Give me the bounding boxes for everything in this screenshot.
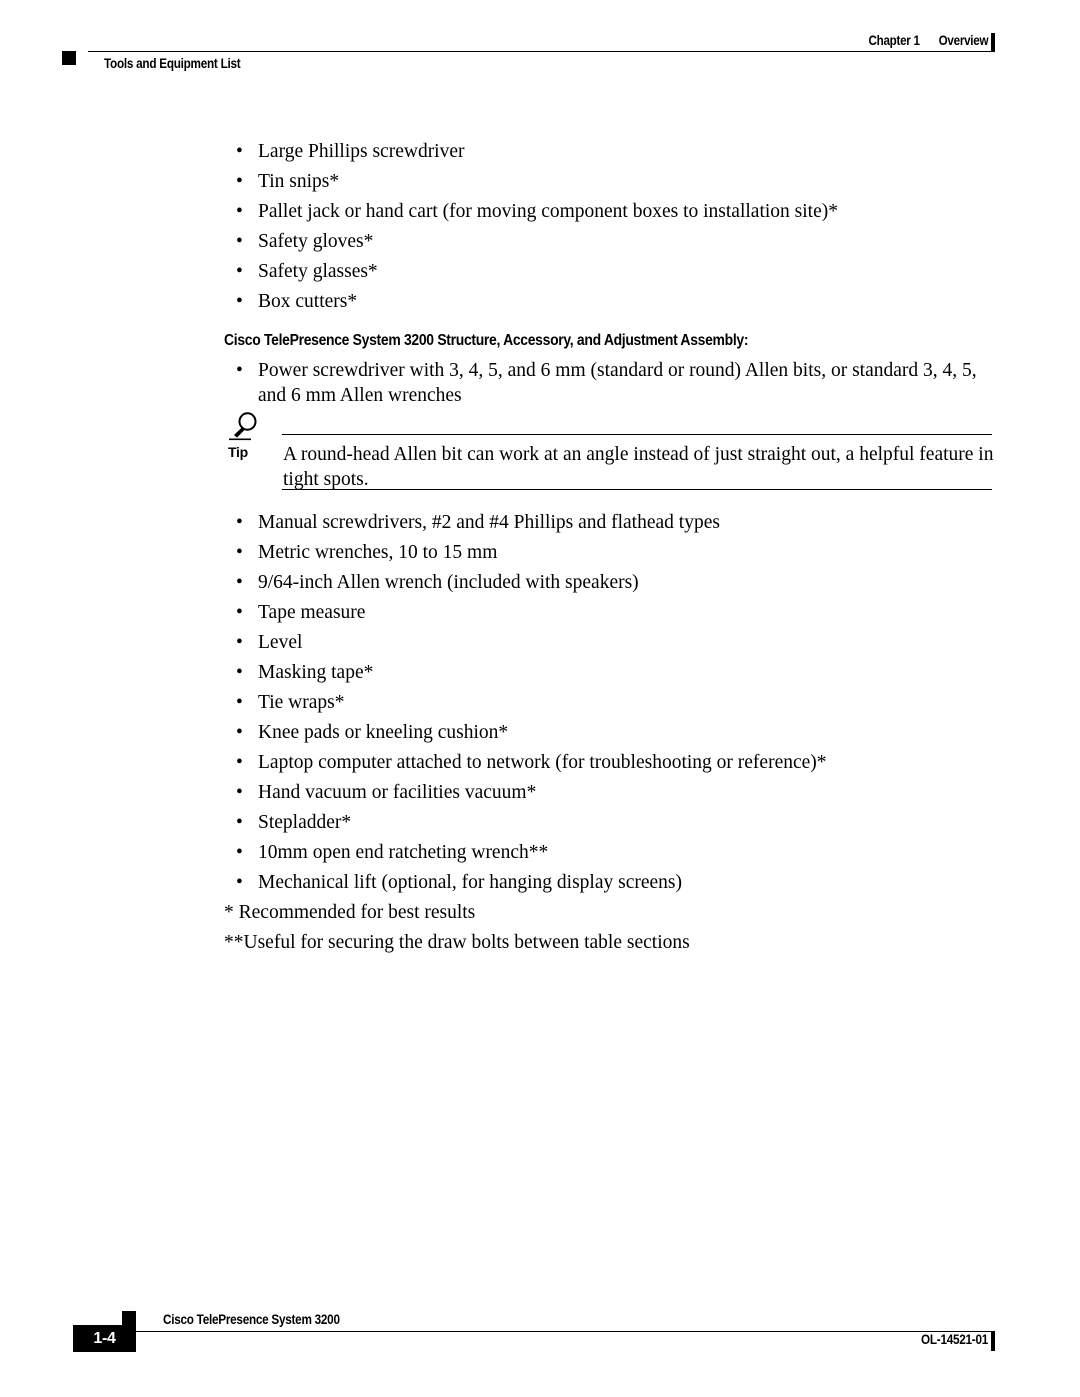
list-item: • Tie wraps*: [236, 690, 996, 715]
bullet-marker: •: [236, 360, 243, 381]
tip-rule-top: [282, 434, 992, 435]
bullet-marker: •: [236, 812, 243, 833]
list-item: • Hand vacuum or facilities vacuum*: [236, 780, 996, 805]
bullet-marker: •: [236, 632, 243, 653]
list-item-label: Knee pads or kneeling cushion*: [258, 722, 509, 743]
bullet-marker: •: [236, 512, 243, 533]
footer-page-number: 1-4: [93, 1330, 116, 1347]
header-rule: [88, 51, 994, 52]
list-item: • Safety gloves*: [236, 229, 996, 254]
tip-text: A round-head Allen bit can work at an an…: [283, 444, 994, 490]
list-item: • Tape measure: [236, 600, 996, 625]
list-item: • Masking tape*: [236, 660, 996, 685]
list-item-label: Level: [258, 632, 303, 653]
header-chapter-label: Chapter 1: [868, 33, 920, 48]
list-item: • Mechanical lift (optional, for hanging…: [236, 870, 996, 895]
list-item-label: Tape measure: [258, 602, 366, 623]
list-item: • 10mm open end ratcheting wrench**: [236, 840, 996, 865]
list-item-label: Tin snips*: [258, 171, 340, 192]
list-item-label: Safety glasses*: [258, 261, 378, 282]
tip-label: Tip: [228, 444, 248, 460]
footer-document-number: OL-14521-01: [921, 1332, 988, 1347]
header-section-title: Tools and Equipment List: [104, 56, 241, 71]
bullet-marker: •: [236, 291, 243, 312]
bullet-marker: •: [236, 141, 243, 162]
list-item-label: 9/64-inch Allen wrench (included with sp…: [258, 572, 639, 593]
bullet-marker: •: [236, 662, 243, 683]
footer-rule: [136, 1331, 994, 1332]
bullet-marker: •: [236, 752, 243, 773]
list-item-label: Tie wraps*: [258, 692, 345, 713]
header-chapter-breadcrumb: Chapter 1 Overview: [868, 33, 988, 48]
header-chapter-title: Overview: [938, 33, 988, 48]
list-item-label: Mechanical lift (optional, for hanging d…: [258, 872, 682, 893]
list-item-label: Laptop computer attached to network (for…: [258, 752, 827, 773]
list-item-label: Large Phillips screwdriver: [258, 141, 465, 162]
list-item: • Tin snips*: [236, 169, 996, 194]
bullet-marker: •: [236, 602, 243, 623]
list-item: • Box cutters*: [236, 289, 996, 314]
list-item: • Large Phillips screwdriver: [236, 139, 996, 164]
list-item: • Manual screwdrivers, #2 and #4 Phillip…: [236, 510, 996, 535]
bullet-marker: •: [236, 692, 243, 713]
section-heading: Cisco TelePresence System 3200 Structure…: [224, 332, 749, 349]
bullet-marker: •: [236, 782, 243, 803]
list-item-label: Manual screwdrivers, #2 and #4 Phillips …: [258, 512, 720, 533]
tip-lightbulb-icon: [228, 412, 262, 442]
bullet-marker: •: [236, 231, 243, 252]
list-item-label: Stepladder*: [258, 812, 352, 833]
footer-rule-endcap: [991, 1331, 995, 1351]
list-item: • 9/64-inch Allen wrench (included with …: [236, 570, 996, 595]
list-item: • Laptop computer attached to network (f…: [236, 750, 996, 775]
list-item-label: Power screwdriver with 3, 4, 5, and 6 mm…: [258, 360, 977, 406]
bullet-marker: •: [236, 261, 243, 282]
black-square-icon: [122, 1311, 136, 1325]
tip-rule-bottom: [282, 489, 992, 490]
footnote: **Useful for securing the draw bolts bet…: [224, 932, 690, 953]
bullet-marker: •: [236, 542, 243, 563]
list-item-label: Hand vacuum or facilities vacuum*: [258, 782, 537, 803]
header-rule-endcap: [991, 33, 995, 52]
bullet-marker: •: [236, 171, 243, 192]
list-item: • Pallet jack or hand cart (for moving c…: [236, 199, 996, 224]
list-item: • Level: [236, 630, 996, 655]
page-header: Chapter 1 Overview Tools and Equipment Li…: [0, 0, 1080, 90]
list-item-label: Metric wrenches, 10 to 15 mm: [258, 542, 498, 563]
list-item-label: Masking tape*: [258, 662, 374, 683]
list-item-label: Pallet jack or hand cart (for moving com…: [258, 201, 838, 222]
black-square-icon: [62, 51, 76, 65]
list-item: • Safety glasses*: [236, 259, 996, 284]
bullet-marker: •: [236, 722, 243, 743]
bullet-marker: •: [236, 201, 243, 222]
list-item: • Metric wrenches, 10 to 15 mm: [236, 540, 996, 565]
bullet-marker: •: [236, 842, 243, 863]
list-item-label: 10mm open end ratcheting wrench**: [258, 842, 549, 863]
bullet-marker: •: [236, 872, 243, 893]
list-item-label: Box cutters*: [258, 291, 358, 312]
list-item: • Power screwdriver with 3, 4, 5, and 6 …: [236, 358, 988, 408]
bullet-marker: •: [236, 572, 243, 593]
list-item: • Knee pads or kneeling cushion*: [236, 720, 996, 745]
footnote: * Recommended for best results: [224, 902, 476, 923]
list-item: • Stepladder*: [236, 810, 996, 835]
list-item-label: Safety gloves*: [258, 231, 374, 252]
footer-document-title: Cisco TelePresence System 3200: [163, 1312, 340, 1327]
